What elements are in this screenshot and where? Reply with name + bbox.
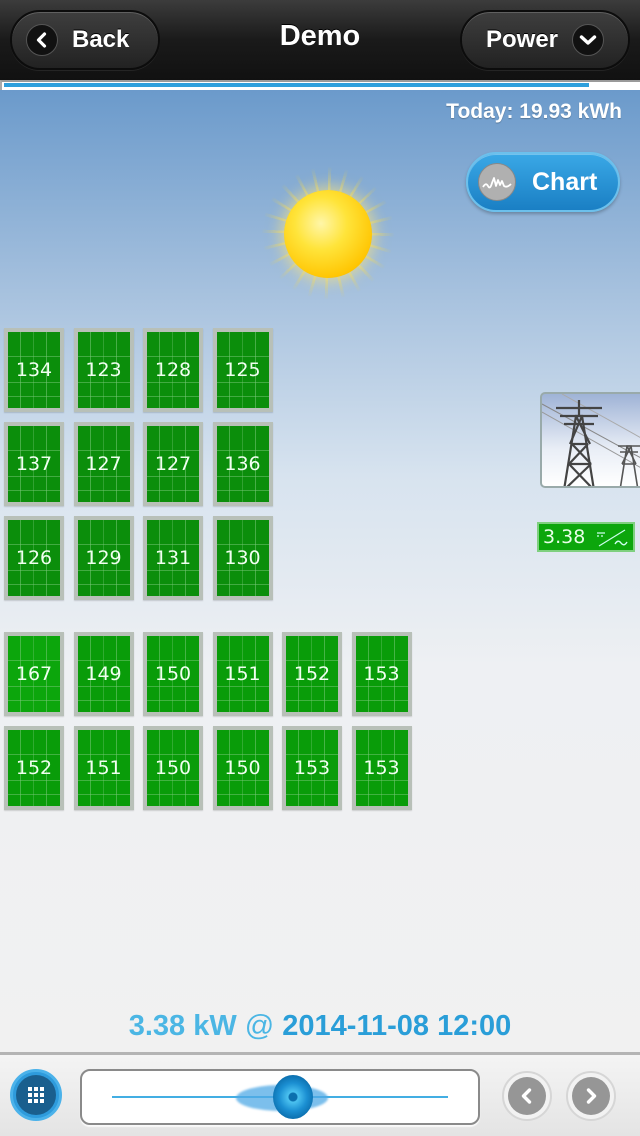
- panel-value: 152: [8, 730, 60, 806]
- waveform-icon: [478, 163, 516, 201]
- solar-panel[interactable]: 136: [212, 422, 273, 506]
- today-energy: Today: 19.93 kWh: [446, 100, 622, 123]
- back-label: Back: [72, 26, 130, 53]
- chevron-left-icon: [508, 1077, 546, 1115]
- solar-panel[interactable]: 126: [4, 516, 64, 600]
- panel-value: 153: [355, 730, 408, 806]
- status-separator: @: [244, 1010, 275, 1042]
- panel-value: 127: [77, 426, 130, 502]
- current-power: 3.38 kW: [128, 1010, 237, 1042]
- loading-progress-bar: [0, 80, 640, 90]
- solar-panel[interactable]: 134: [4, 328, 64, 412]
- header-bar: Back Demo Power: [0, 0, 640, 80]
- ac-dc-icon: [595, 528, 629, 553]
- power-dropdown-button[interactable]: Power: [460, 10, 630, 70]
- page-title: Demo: [279, 20, 361, 52]
- menu-button[interactable]: [10, 1069, 62, 1121]
- back-button[interactable]: Back: [10, 10, 160, 70]
- panel-value: 153: [355, 636, 408, 712]
- time-slider[interactable]: [80, 1069, 480, 1125]
- chevron-right-icon: [572, 1077, 610, 1115]
- sun-icon: [284, 190, 372, 278]
- panel-value: 130: [216, 520, 269, 596]
- solar-panel[interactable]: 151: [212, 632, 273, 716]
- slider-thumb[interactable]: [273, 1075, 314, 1119]
- next-button[interactable]: [566, 1071, 616, 1121]
- chevron-down-icon: [572, 24, 605, 56]
- status-timestamp: 2014-11-08 12:00: [282, 1010, 512, 1042]
- panel-value: 152: [286, 636, 338, 712]
- solar-panel[interactable]: 152: [282, 632, 342, 716]
- previous-button[interactable]: [502, 1071, 552, 1121]
- chevron-left-icon: [26, 24, 58, 56]
- solar-panel[interactable]: 127: [143, 422, 203, 506]
- solar-panel[interactable]: 151: [73, 726, 134, 810]
- panel-value: 150: [216, 730, 269, 806]
- solar-panel[interactable]: 150: [143, 632, 203, 716]
- solar-panel[interactable]: 149: [73, 632, 134, 716]
- panel-value: 131: [147, 520, 199, 596]
- panel-value: 149: [77, 636, 130, 712]
- solar-panel[interactable]: 137: [4, 422, 64, 506]
- panel-value: 137: [8, 426, 60, 502]
- grid-menu-icon: [16, 1075, 56, 1115]
- panel-value: 127: [147, 426, 199, 502]
- panel-value: 126: [8, 520, 60, 596]
- solar-panel[interactable]: 153: [351, 632, 412, 716]
- solar-panel[interactable]: 127: [73, 422, 134, 506]
- panel-value: 151: [77, 730, 130, 806]
- panel-value: 129: [77, 520, 130, 596]
- solar-panel[interactable]: 123: [73, 328, 134, 412]
- power-line-tower-icon[interactable]: [540, 392, 640, 488]
- panel-value: 125: [216, 332, 269, 408]
- inverter-output[interactable]: 3.38: [537, 522, 635, 552]
- solar-panel[interactable]: 130: [212, 516, 273, 600]
- solar-panel[interactable]: 125: [212, 328, 273, 412]
- progress-fill: [4, 83, 589, 87]
- solar-panel[interactable]: 153: [351, 726, 412, 810]
- panel-value: 150: [147, 730, 199, 806]
- panel-value: 128: [147, 332, 199, 408]
- panel-value: 123: [77, 332, 130, 408]
- solar-panel[interactable]: 128: [143, 328, 203, 412]
- panel-value: 134: [8, 332, 60, 408]
- panel-value: 136: [216, 426, 269, 502]
- solar-panel[interactable]: 131: [143, 516, 203, 600]
- solar-panel[interactable]: 153: [282, 726, 342, 810]
- inverter-value: 3.38: [543, 526, 586, 548]
- solar-panel[interactable]: 150: [212, 726, 273, 810]
- chart-button[interactable]: Chart: [466, 152, 620, 212]
- solar-panel[interactable]: 152: [4, 726, 64, 810]
- solar-panel[interactable]: 150: [143, 726, 203, 810]
- footer-toolbar: [0, 1052, 640, 1136]
- panel-value: 153: [286, 730, 338, 806]
- solar-panel[interactable]: 167: [4, 632, 64, 716]
- current-power-status: 3.38 kW @ 2014-11-08 12:00: [0, 1010, 640, 1043]
- panel-value: 167: [8, 636, 60, 712]
- power-label: Power: [486, 26, 559, 53]
- solar-panel[interactable]: 129: [73, 516, 134, 600]
- chart-label: Chart: [532, 167, 598, 196]
- panel-value: 150: [147, 636, 199, 712]
- panel-value: 151: [216, 636, 269, 712]
